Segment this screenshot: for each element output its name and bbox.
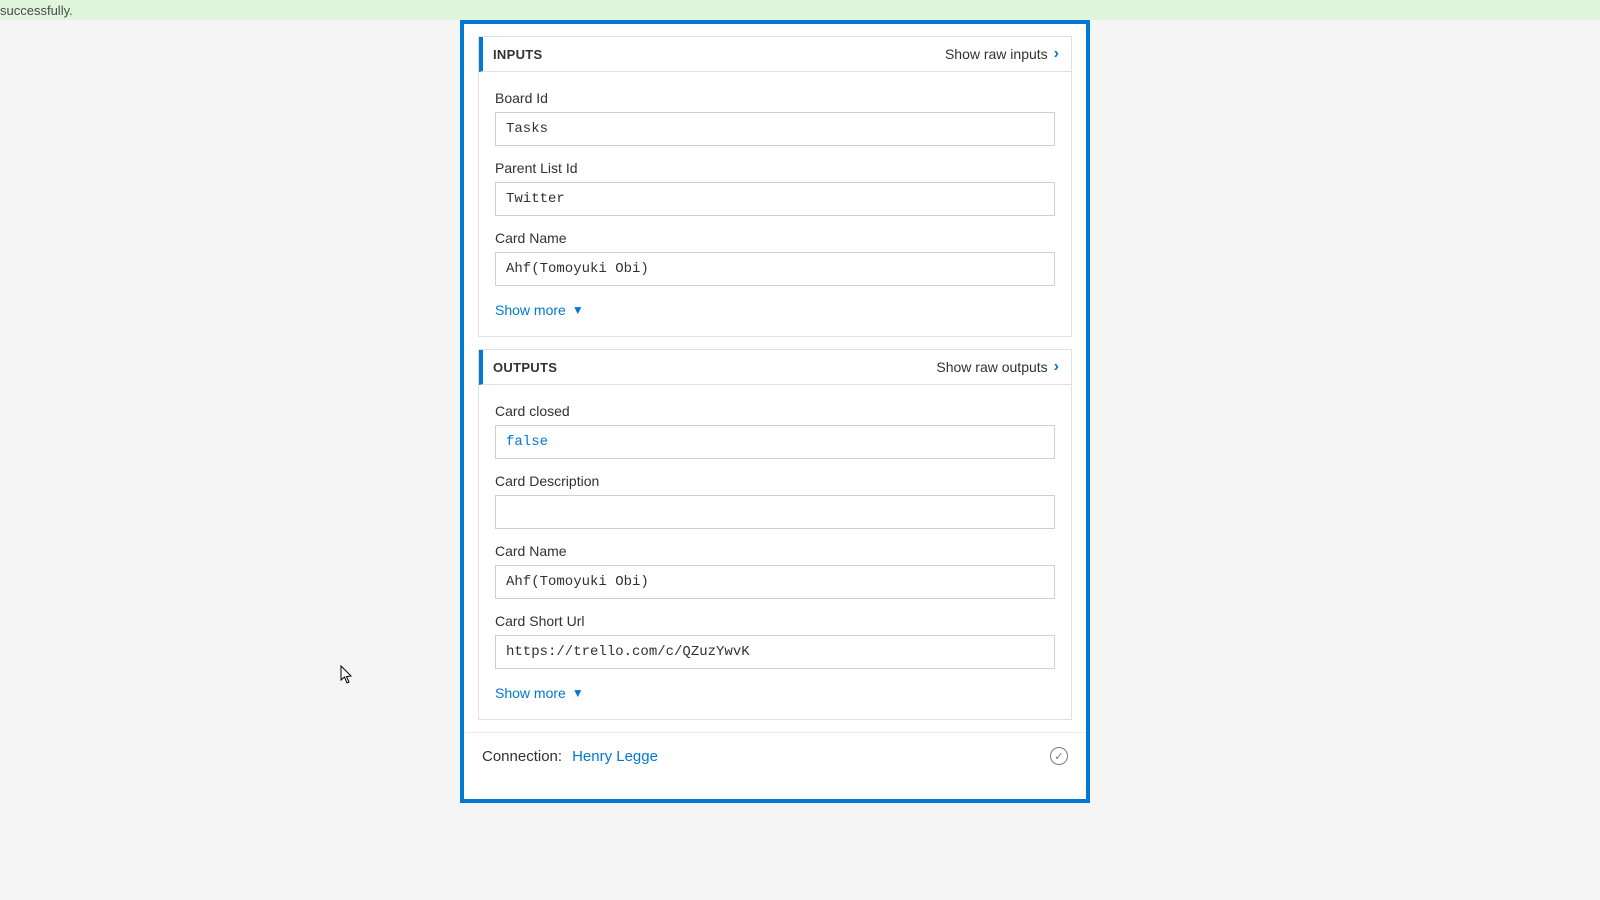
- show-raw-inputs-label: Show raw inputs: [945, 46, 1048, 62]
- success-banner: successfully.: [0, 0, 1600, 20]
- inputs-title: INPUTS: [493, 47, 542, 62]
- field-card-description: Card Description: [495, 473, 1055, 529]
- field-label: Board Id: [495, 90, 1055, 106]
- field-value[interactable]: https://trello.com/c/QZuzYwvK: [495, 635, 1055, 669]
- field-card-name: Card Name Ahf(Tomoyuki Obi): [495, 230, 1055, 286]
- action-card: INPUTS Show raw inputs › Board Id Tasks …: [460, 20, 1090, 803]
- outputs-section: OUTPUTS Show raw outputs › Card closed f…: [478, 349, 1072, 720]
- field-card-closed: Card closed false: [495, 403, 1055, 459]
- connection-left: Connection: Henry Legge: [482, 748, 658, 765]
- outputs-title: OUTPUTS: [493, 360, 557, 375]
- field-card-short-url: Card Short Url https://trello.com/c/QZuz…: [495, 613, 1055, 669]
- outputs-show-more-link[interactable]: Show more ▼: [495, 685, 584, 701]
- chevron-down-icon: ▼: [572, 303, 584, 317]
- field-label: Card Short Url: [495, 613, 1055, 629]
- field-value[interactable]: [495, 495, 1055, 529]
- show-raw-inputs-link[interactable]: Show raw inputs ›: [945, 45, 1059, 63]
- show-raw-outputs-label: Show raw outputs: [936, 359, 1047, 375]
- field-value[interactable]: Ahf(Tomoyuki Obi): [495, 252, 1055, 286]
- connection-row: Connection: Henry Legge ✓: [464, 732, 1086, 799]
- inputs-section: INPUTS Show raw inputs › Board Id Tasks …: [478, 36, 1072, 337]
- field-value[interactable]: Twitter: [495, 182, 1055, 216]
- field-value[interactable]: Ahf(Tomoyuki Obi): [495, 565, 1055, 599]
- field-label: Parent List Id: [495, 160, 1055, 176]
- field-card-name-out: Card Name Ahf(Tomoyuki Obi): [495, 543, 1055, 599]
- mouse-cursor-icon: [340, 665, 354, 685]
- connection-status-icon: ✓: [1050, 747, 1068, 765]
- show-raw-outputs-link[interactable]: Show raw outputs ›: [936, 358, 1059, 376]
- field-label: Card Name: [495, 543, 1055, 559]
- field-board-id: Board Id Tasks: [495, 90, 1055, 146]
- field-label: Card Name: [495, 230, 1055, 246]
- connection-name-link[interactable]: Henry Legge: [572, 748, 658, 765]
- chevron-right-icon: ›: [1054, 45, 1059, 63]
- field-parent-list-id: Parent List Id Twitter: [495, 160, 1055, 216]
- field-value[interactable]: Tasks: [495, 112, 1055, 146]
- chevron-down-icon: ▼: [572, 686, 584, 700]
- outputs-header: OUTPUTS Show raw outputs ›: [479, 350, 1071, 385]
- outputs-body: Card closed false Card Description Card …: [479, 385, 1071, 719]
- connection-label: Connection:: [482, 748, 562, 765]
- inputs-header: INPUTS Show raw inputs ›: [479, 37, 1071, 72]
- show-more-label: Show more: [495, 685, 566, 701]
- banner-text: successfully.: [0, 3, 73, 18]
- field-value[interactable]: false: [495, 425, 1055, 459]
- chevron-right-icon: ›: [1054, 358, 1059, 376]
- show-more-label: Show more: [495, 302, 566, 318]
- inputs-show-more-link[interactable]: Show more ▼: [495, 302, 584, 318]
- canvas: INPUTS Show raw inputs › Board Id Tasks …: [0, 20, 1600, 900]
- inputs-body: Board Id Tasks Parent List Id Twitter Ca…: [479, 72, 1071, 336]
- field-label: Card closed: [495, 403, 1055, 419]
- field-label: Card Description: [495, 473, 1055, 489]
